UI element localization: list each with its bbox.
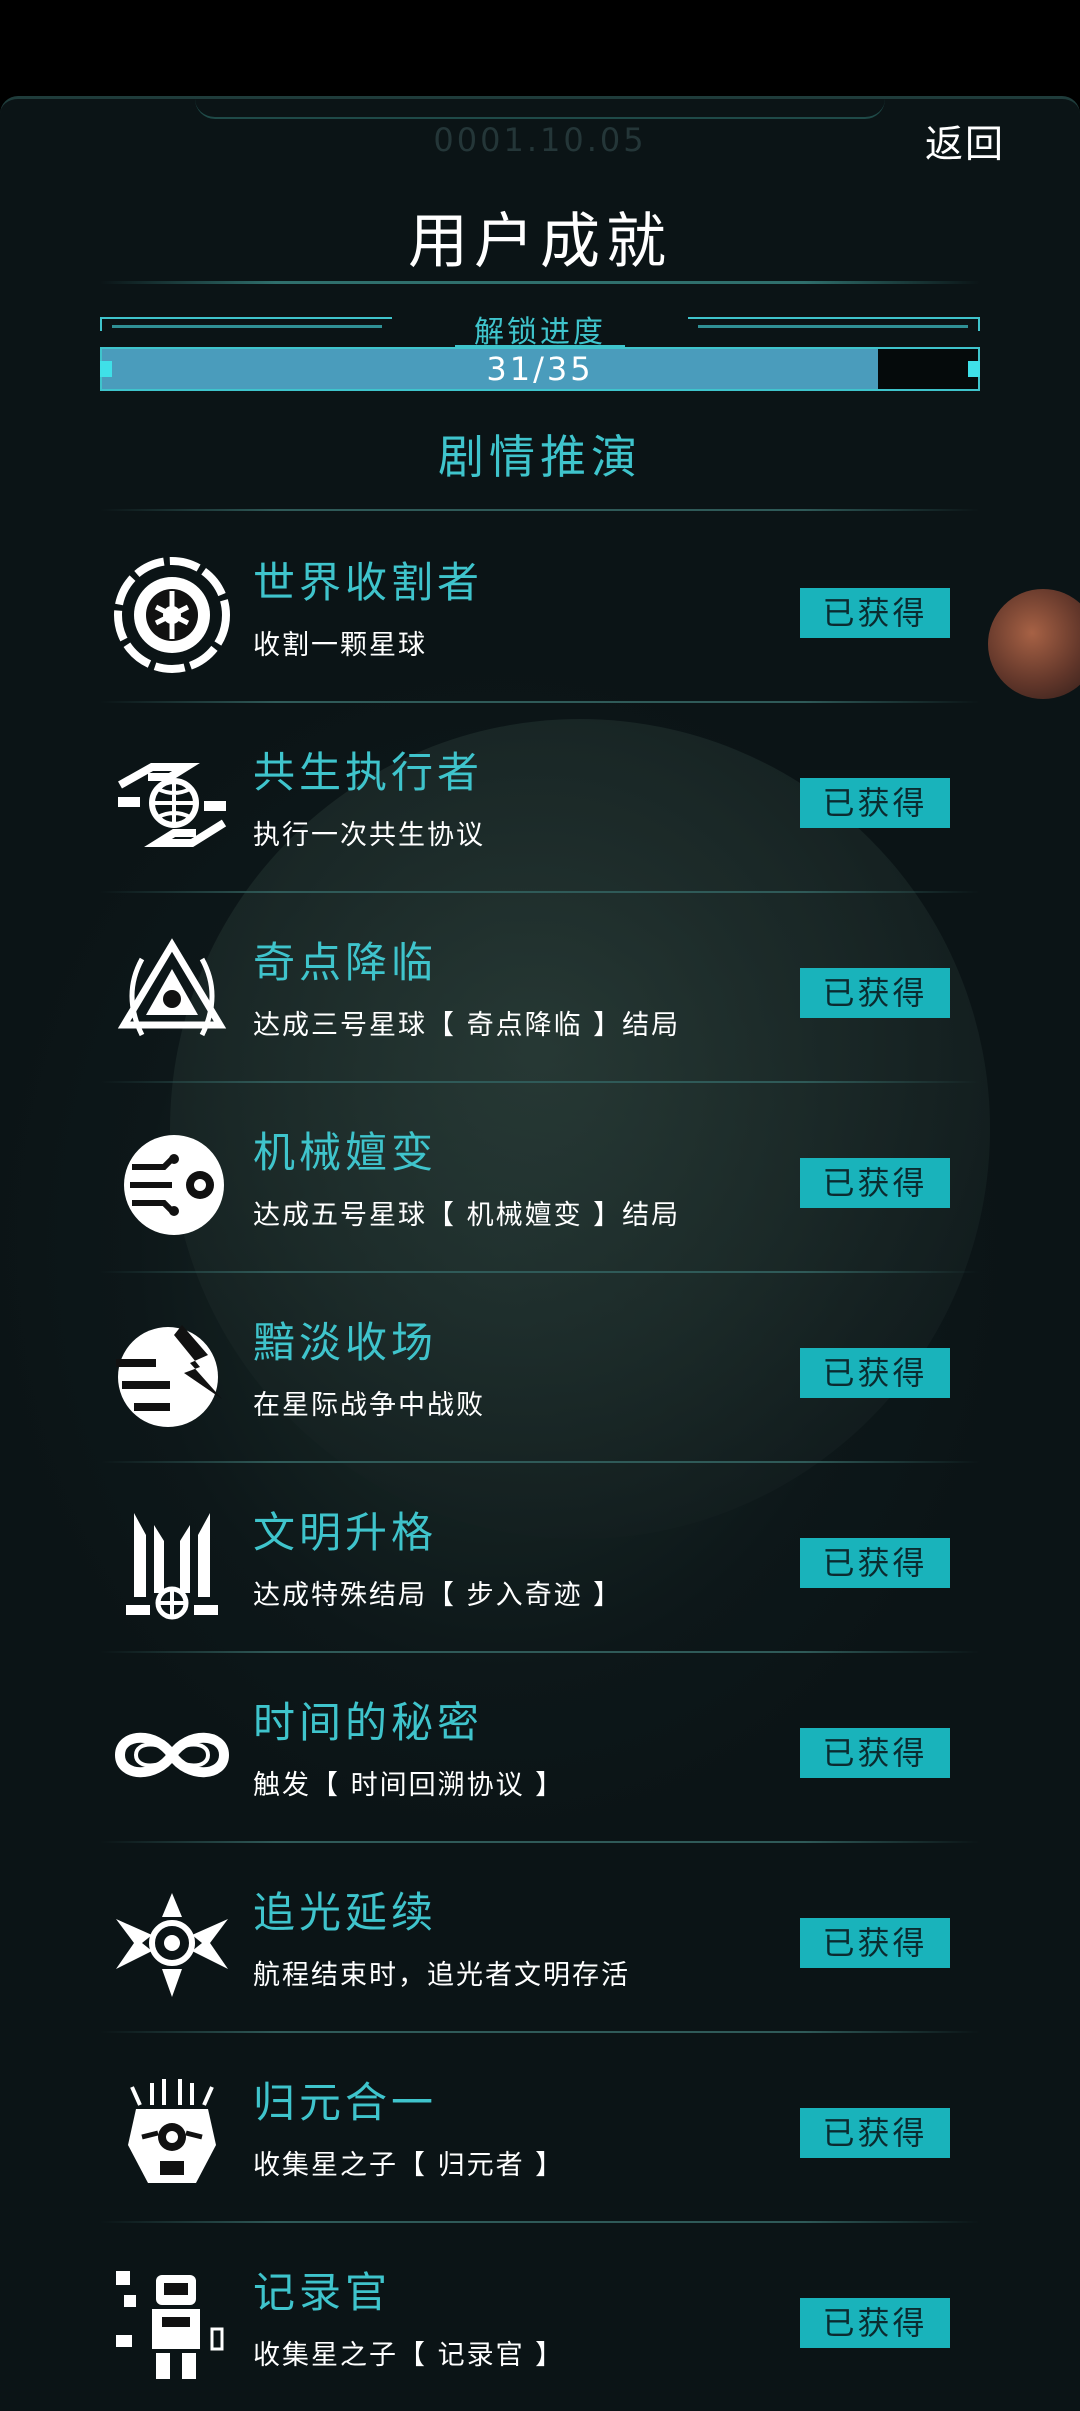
achievement-name: 共生执行者 xyxy=(253,748,484,797)
achievement-row: 世界收割者收割一颗星球 已获得 xyxy=(0,513,1080,703)
obtained-badge: 已获得 xyxy=(800,968,950,1018)
achievement-row: 机械嬗变达成五号星球【 机械嬗变 】结局 已获得 xyxy=(0,1083,1080,1273)
obtained-badge: 已获得 xyxy=(800,1348,950,1398)
obtained-badge: 已获得 xyxy=(800,1538,950,1588)
mechanical-evolution-icon xyxy=(112,1125,232,1245)
achievement-row: 文明升格达成特殊结局【 步入奇迹 】 已获得 xyxy=(0,1463,1080,1653)
achievement-description: 收集星之子【 归元者 】 xyxy=(253,2150,565,2181)
achievement-name: 归元合一 xyxy=(253,2078,438,2127)
achievement-description: 航程结束时，追光者文明存活 xyxy=(253,1960,630,1991)
obtained-badge: 已获得 xyxy=(800,2298,950,2348)
singularity-icon xyxy=(112,935,232,1055)
achievement-description: 触发【 时间回溯协议 】 xyxy=(253,1770,565,1801)
unifier-mask-icon xyxy=(112,2075,232,2195)
achievement-name: 机械嬗变 xyxy=(253,1128,438,1177)
obtained-badge: 已获得 xyxy=(800,588,950,638)
obtained-badge: 已获得 xyxy=(800,778,950,828)
obtained-badge: 已获得 xyxy=(800,2108,950,2158)
progress-bar: 31/35 xyxy=(100,347,980,391)
obtained-badge: 已获得 xyxy=(800,1158,950,1208)
achievement-description: 达成特殊结局【 步入奇迹 】 xyxy=(253,1580,623,1611)
symbiosis-executor-icon xyxy=(112,745,232,865)
achievement-description: 执行一次共生协议 xyxy=(253,820,485,851)
unlock-progress: 解锁进度 31/35 xyxy=(100,315,980,391)
achievement-row: 记录官收集星之子【 记录官 】 已获得 xyxy=(0,2223,1080,2411)
progress-count: 31/35 xyxy=(486,350,594,388)
obtained-badge: 已获得 xyxy=(800,1918,950,1968)
obtained-badge: 已获得 xyxy=(800,1728,950,1778)
achievement-description: 达成三号星球【 奇点降临 】结局 xyxy=(253,1010,681,1041)
recorder-robot-icon xyxy=(112,2265,232,2385)
civilization-ascension-icon xyxy=(112,1505,232,1625)
page-title: 用户成就 xyxy=(408,207,672,277)
achievement-name: 黯淡收场 xyxy=(253,1318,438,1367)
achievement-description: 收集星之子【 记录官 】 xyxy=(253,2340,565,2371)
title-divider xyxy=(100,281,980,284)
achievement-row: 时间的秘密触发【 时间回溯协议 】 已获得 xyxy=(0,1653,1080,1843)
achievement-row: 归元合一收集星之子【 归元者 】 已获得 xyxy=(0,2033,1080,2223)
light-chaser-icon xyxy=(112,1885,232,2005)
world-harvester-icon xyxy=(112,555,232,675)
infinity-icon xyxy=(112,1695,232,1815)
achievement-name: 追光延续 xyxy=(253,1888,438,1937)
section-title: 剧情推演 xyxy=(438,430,642,484)
achievement-description: 在星际战争中战败 xyxy=(253,1390,485,1421)
achievement-name: 记录官 xyxy=(253,2268,392,2317)
achievement-row: 黯淡收场在星际战争中战败 已获得 xyxy=(0,1273,1080,1463)
section-divider xyxy=(100,509,980,511)
achievement-name: 奇点降临 xyxy=(253,938,438,987)
achievements-panel: 0001.10.05 返回 用户成就 解锁进度 31/35 剧情推演 世界收割者… xyxy=(0,96,1080,2411)
date-label: 0001.10.05 xyxy=(433,121,647,159)
achievement-description: 收割一颗星球 xyxy=(253,630,427,661)
achievement-row: 追光延续航程结束时，追光者文明存活 已获得 xyxy=(0,1843,1080,2033)
achievement-row: 共生执行者执行一次共生协议 已获得 xyxy=(0,703,1080,893)
top-decoration xyxy=(195,99,885,119)
achievement-name: 世界收割者 xyxy=(253,558,484,607)
back-button[interactable]: 返回 xyxy=(925,113,1005,168)
achievement-row: 奇点降临达成三号星球【 奇点降临 】结局 已获得 xyxy=(0,893,1080,1083)
achievement-name: 文明升格 xyxy=(253,1508,438,1557)
achievement-description: 达成五号星球【 机械嬗变 】结局 xyxy=(253,1200,681,1231)
bleak-end-icon xyxy=(112,1315,232,1435)
achievement-name: 时间的秘密 xyxy=(253,1698,484,1747)
